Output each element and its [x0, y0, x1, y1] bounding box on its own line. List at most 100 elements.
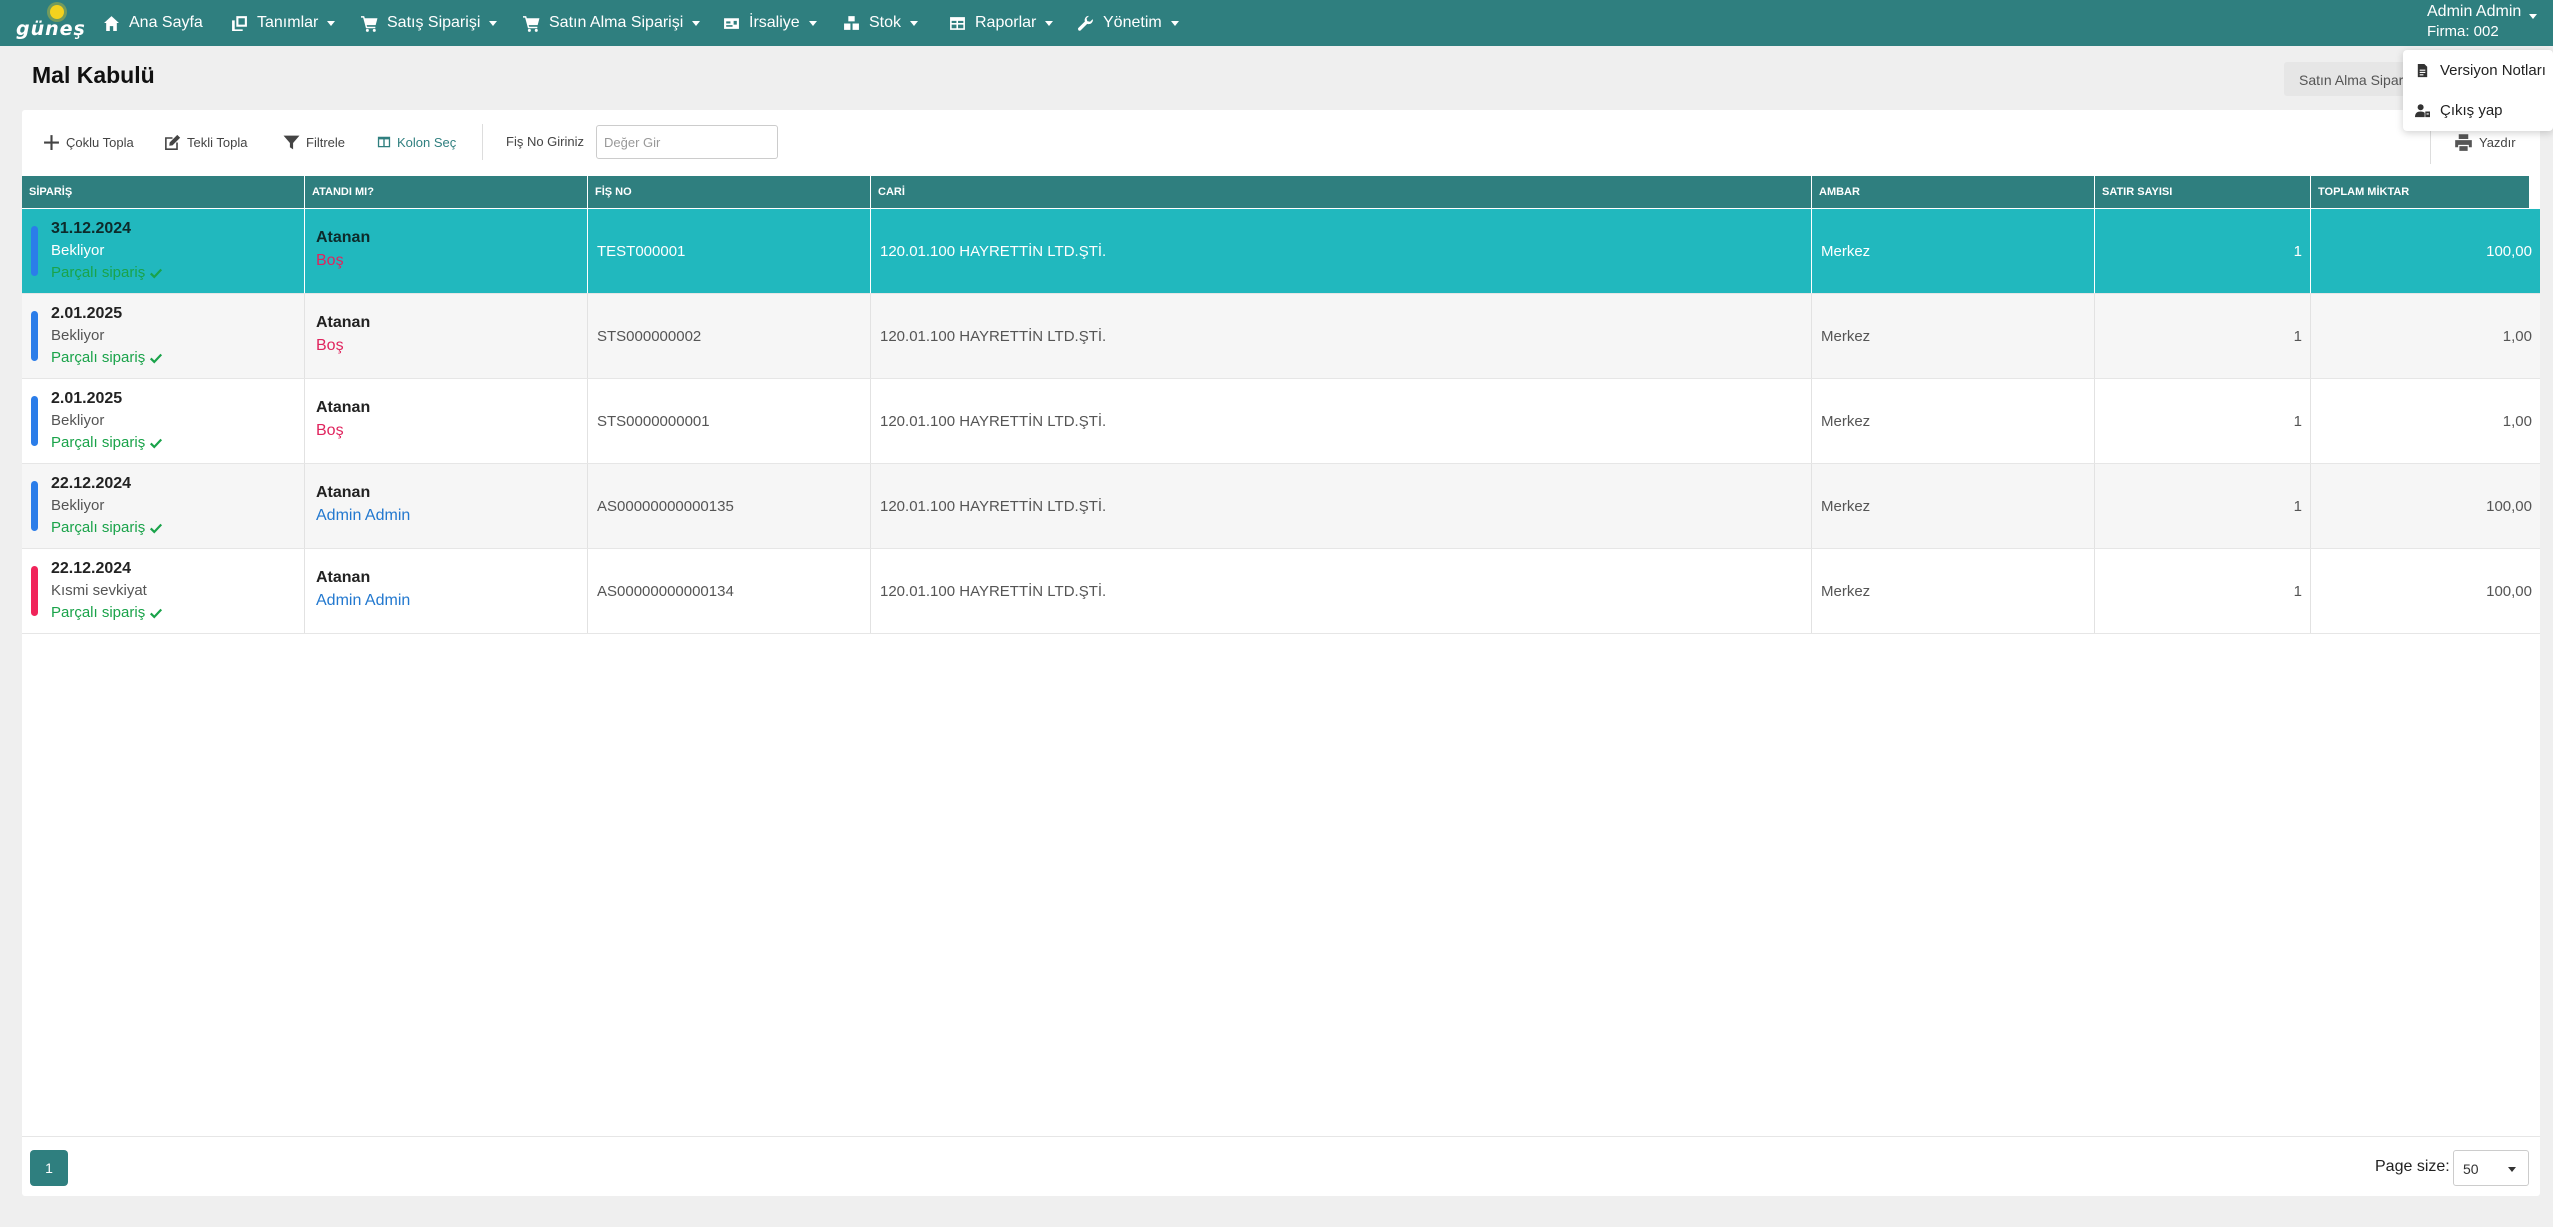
- check-icon: [150, 608, 163, 619]
- menu-item-versiyon-notlari[interactable]: Versiyon Notları: [2415, 58, 2546, 82]
- table-cell: Atanan Admin Admin: [305, 549, 588, 633]
- user-firma: Firma: 002: [2427, 23, 2499, 40]
- page-title: Mal Kabulü: [32, 62, 155, 88]
- nav-item-label: Tanımlar: [257, 14, 319, 31]
- page-size-value: 50: [2463, 1161, 2479, 1177]
- chevron-down-icon: [327, 20, 336, 26]
- nav-item-tanimlar[interactable]: Tanımlar: [231, 0, 336, 46]
- column-header-fis-no[interactable]: FİŞ NO: [588, 176, 871, 208]
- order-status: Bekliyor: [51, 412, 105, 429]
- assignee-value[interactable]: Admin Admin: [316, 592, 410, 610]
- nav-item-raporlar[interactable]: Raporlar: [949, 0, 1054, 46]
- table-cell: Atanan Admin Admin: [305, 464, 588, 548]
- table-cell: 1,00: [2311, 379, 2540, 463]
- breadcrumb-button[interactable]: Satın Alma Siparişi: [2284, 62, 2414, 96]
- status-indicator-bar: [31, 226, 38, 276]
- table-header: SİPARİŞ ATANDI MI? FİŞ NO CARİ AMBAR SAT…: [22, 176, 2529, 208]
- filter-icon: [283, 135, 300, 149]
- table-cell: Merkez: [1812, 294, 2095, 378]
- fis-no-label: Fiş No Giriniz: [506, 134, 585, 149]
- coklu-topla-button[interactable]: Çoklu Topla: [43, 130, 134, 154]
- satir-sayisi-value: 1: [2293, 583, 2302, 600]
- filtrele-label: Filtrele: [306, 134, 346, 150]
- assignee-value: Boş: [316, 422, 344, 439]
- user-menu-toggle[interactable]: Admin Admin Firma: 002: [2427, 0, 2537, 46]
- check-icon: [150, 523, 163, 534]
- partial-order-label: Parçalı sipariş: [51, 349, 146, 366]
- clone-icon: [232, 15, 247, 31]
- nav-item-label: Yönetim: [1103, 14, 1162, 31]
- table-row[interactable]: 22.12.2024 Kısmi sevkiyat Parçalı sipariş A…: [22, 549, 2540, 634]
- cari-value: 120.01.100 HAYRETTİN LTD.ŞTİ.: [880, 583, 1107, 600]
- table-cell: 1: [2095, 549, 2311, 633]
- user-name: Admin Admin: [2427, 3, 2522, 20]
- cari-value: 120.01.100 HAYRETTİN LTD.ŞTİ.: [880, 328, 1107, 345]
- check-icon: [150, 268, 163, 279]
- table-cell: Merkez: [1812, 209, 2095, 293]
- column-header-ambar[interactable]: AMBAR: [1812, 176, 2095, 208]
- file-icon: [2417, 63, 2428, 77]
- wrench-icon: [1077, 15, 1093, 31]
- column-header-atandi-mi[interactable]: ATANDI MI?: [305, 176, 588, 208]
- toplam-miktar-value: 100,00: [2486, 583, 2532, 600]
- nav-item-satis-siparisi[interactable]: Satış Siparişi: [361, 0, 498, 46]
- toplam-miktar-value: 1,00: [2502, 328, 2532, 345]
- print-icon: [2455, 133, 2472, 151]
- satir-sayisi-value: 1: [2293, 498, 2302, 515]
- table-cell: 1: [2095, 464, 2311, 548]
- order-date: 2.01.2025: [51, 305, 123, 322]
- nav-item-yonetim[interactable]: Yönetim: [1077, 0, 1179, 46]
- column-header-satir-sayisi[interactable]: SATIR SAYISI: [2095, 176, 2311, 208]
- table-cell: TEST000001: [588, 209, 871, 293]
- table-cell: 120.01.100 HAYRETTİN LTD.ŞTİ.: [871, 549, 1812, 633]
- nav-item-irsaliye[interactable]: İrsaliye: [723, 0, 817, 46]
- table-cell: Atanan Boş: [305, 379, 588, 463]
- yazdir-button[interactable]: Yazdır: [2454, 130, 2516, 154]
- column-header-toplam-miktar[interactable]: TOPLAM MİKTAR: [2311, 176, 2529, 208]
- toolbar-divider: [482, 124, 483, 160]
- nav-item-label: Satın Alma Siparişi: [549, 14, 684, 31]
- partial-order-badge: Parçalı sipariş: [51, 264, 163, 281]
- table-row[interactable]: 2.01.2025 Bekliyor Parçalı sipariş Atanan Bo…: [22, 294, 2540, 379]
- logo[interactable]: güneş: [16, 4, 85, 42]
- fis-no-value: STS000000002: [597, 328, 702, 345]
- partial-order-badge: Parçalı sipariş: [51, 349, 163, 366]
- table-row[interactable]: 22.12.2024 Bekliyor Parçalı sipariş Atanan A…: [22, 464, 2540, 549]
- table-cell: 100,00: [2311, 209, 2540, 293]
- logo-text: güneş: [16, 18, 86, 40]
- toplam-miktar-value: 100,00: [2486, 498, 2532, 515]
- nav-item-label: Satış Siparişi: [387, 14, 481, 31]
- page-size-select[interactable]: 50: [2453, 1150, 2529, 1186]
- column-header-cari[interactable]: CARİ: [871, 176, 1812, 208]
- nav-item-label: İrsaliye: [749, 14, 800, 31]
- assignee-value[interactable]: Admin Admin: [316, 507, 410, 525]
- tekli-topla-button[interactable]: Tekli Topla: [164, 130, 247, 154]
- fis-no-value: AS00000000000135: [597, 498, 734, 515]
- nav-item-stok[interactable]: Stok: [843, 0, 919, 46]
- table-cell: Atanan Boş: [305, 294, 588, 378]
- page-button-current[interactable]: 1: [30, 1150, 68, 1186]
- ambar-value: Merkez: [1821, 583, 1871, 600]
- filtrele-button[interactable]: Filtrele: [283, 130, 345, 154]
- sun-icon: [50, 5, 64, 19]
- status-indicator-bar: [31, 396, 38, 446]
- nav-item-ana-sayfa[interactable]: Ana Sayfa: [103, 0, 203, 46]
- table-cell: 100,00: [2311, 464, 2540, 548]
- content-panel: Çoklu Topla Tekli Topla Filtrele Kolon S…: [22, 110, 2540, 1196]
- table-cell: Merkez: [1812, 379, 2095, 463]
- cari-value: 120.01.100 HAYRETTİN LTD.ŞTİ.: [880, 413, 1107, 430]
- partial-order-badge: Parçalı sipariş: [51, 604, 163, 621]
- toolbar: Çoklu Topla Tekli Topla Filtrele Kolon S…: [22, 110, 2540, 174]
- kolon-sec-button[interactable]: Kolon Seç: [377, 130, 456, 154]
- cari-value: 120.01.100 HAYRETTİN LTD.ŞTİ.: [880, 498, 1107, 515]
- table-row[interactable]: 31.12.2024 Bekliyor Parçalı sipariş Atanan B…: [22, 209, 2540, 294]
- nav-item-satin-alma-siparisi[interactable]: Satın Alma Siparişi: [523, 0, 701, 46]
- fis-no-input[interactable]: [596, 125, 778, 159]
- chevron-down-icon: [1045, 20, 1054, 26]
- menu-item-cikis-yap[interactable]: Çıkış yap: [2415, 98, 2503, 122]
- status-indicator-bar: [31, 311, 38, 361]
- column-header-siparis[interactable]: SİPARİŞ: [22, 176, 305, 208]
- chevron-down-icon: [808, 20, 817, 26]
- table-row[interactable]: 2.01.2025 Bekliyor Parçalı sipariş Atanan Bo…: [22, 379, 2540, 464]
- cari-value: 120.01.100 HAYRETTİN LTD.ŞTİ.: [880, 243, 1107, 260]
